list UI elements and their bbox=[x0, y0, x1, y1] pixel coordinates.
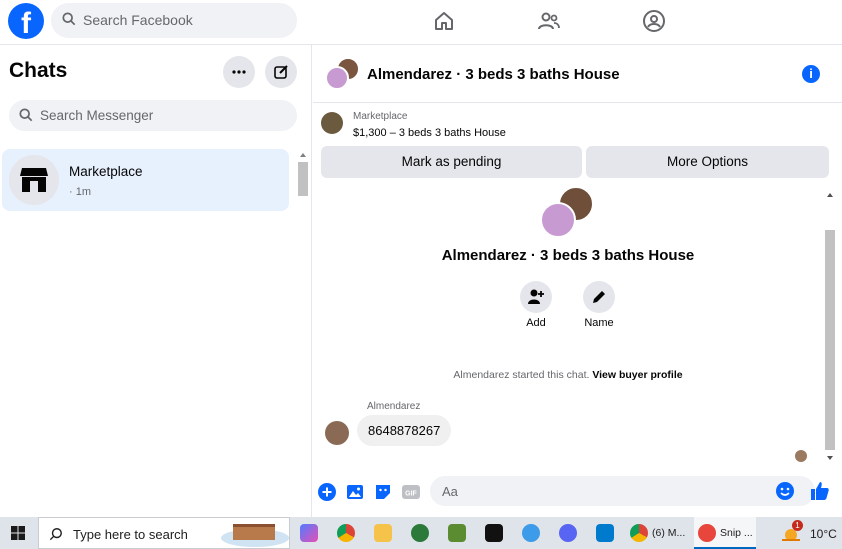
file-explorer-icon[interactable] bbox=[374, 524, 392, 542]
photo-icon[interactable] bbox=[346, 483, 364, 501]
add-people-button[interactable] bbox=[520, 281, 552, 313]
sender-avatar[interactable] bbox=[325, 421, 349, 445]
search-icon bbox=[62, 12, 76, 26]
name-label: Name bbox=[584, 317, 614, 329]
taskbar-search-placeholder: Type here to search bbox=[73, 527, 188, 542]
sidebar-scrollbar[interactable] bbox=[296, 148, 310, 212]
vscode-icon[interactable] bbox=[596, 524, 614, 542]
chats-title: Chats bbox=[9, 59, 68, 82]
conversation-title[interactable]: Almendarez · 3 beds 3 baths House bbox=[367, 66, 620, 83]
more-options-button[interactable]: More Options bbox=[586, 146, 829, 178]
chrome-profile-icon[interactable] bbox=[630, 524, 648, 542]
friends-icon[interactable] bbox=[537, 9, 561, 33]
listing-summary[interactable]: $1,300 – 3 beds 3 baths House bbox=[353, 127, 506, 139]
top-navigation-bar: f Search Facebook bbox=[0, 0, 842, 45]
pencil-icon bbox=[593, 291, 605, 303]
buyer-avatar bbox=[325, 66, 349, 90]
conversation-header: Almendarez · 3 beds 3 baths House i bbox=[313, 45, 842, 103]
message-sender-name: Almendarez bbox=[367, 401, 421, 412]
snipping-tool-taskbar-item[interactable]: Snip ... bbox=[694, 517, 756, 549]
start-button[interactable] bbox=[0, 517, 36, 549]
gif-icon[interactable]: GIF bbox=[402, 483, 420, 501]
mark-as-pending-button[interactable]: Mark as pending bbox=[321, 146, 582, 178]
copilot-icon[interactable] bbox=[300, 524, 318, 542]
chrome-icon[interactable] bbox=[337, 524, 355, 542]
taskbar-search-box[interactable]: Type here to search bbox=[38, 517, 290, 549]
svg-text:GIF: GIF bbox=[405, 491, 417, 498]
shop-icon bbox=[20, 168, 48, 192]
message-input-placeholder: Aa bbox=[442, 484, 458, 499]
listing-thumbnail[interactable] bbox=[321, 112, 343, 134]
m-app-icon[interactable] bbox=[411, 524, 429, 542]
groups-icon[interactable] bbox=[642, 9, 666, 33]
chrome-window-label[interactable]: (6) M... bbox=[652, 527, 685, 539]
windows-logo-icon bbox=[11, 526, 25, 540]
temperature-label[interactable]: 10°C bbox=[810, 527, 837, 541]
search-icon bbox=[19, 108, 33, 122]
search-icon bbox=[49, 528, 62, 541]
add-label: Add bbox=[526, 317, 546, 329]
chats-sidebar: Chats Search Messenger Marketplace · 1m bbox=[0, 45, 312, 517]
view-buyer-profile-link[interactable]: View buyer profile bbox=[592, 369, 682, 381]
scroll-down-arrow-icon bbox=[827, 456, 833, 460]
edge-icon[interactable] bbox=[522, 524, 540, 542]
chat-start-notice: Almendarez started this chat. View buyer… bbox=[313, 369, 823, 381]
emoji-icon[interactable] bbox=[776, 482, 794, 500]
windows-taskbar: Type here to search (6) M... Snip ... 1 … bbox=[0, 517, 842, 549]
conversation-scrollbar[interactable] bbox=[823, 188, 837, 464]
facebook-search-input[interactable]: Search Facebook bbox=[51, 3, 297, 38]
message-bubble[interactable]: 8648878267 bbox=[357, 415, 452, 446]
add-person-icon bbox=[528, 289, 544, 304]
home-icon[interactable] bbox=[432, 9, 456, 33]
sticker-icon[interactable] bbox=[374, 483, 392, 501]
facebook-logo[interactable]: f bbox=[8, 3, 44, 39]
chat-options-button[interactable] bbox=[223, 56, 255, 88]
chat-start-text: Almendarez started this chat. bbox=[453, 369, 590, 381]
intro-buyer-avatar bbox=[540, 202, 576, 238]
search-highlight-image bbox=[221, 524, 289, 547]
message-composer: GIF Aa bbox=[313, 473, 842, 517]
capcut-icon[interactable] bbox=[485, 524, 503, 542]
scroll-up-arrow-icon bbox=[827, 193, 833, 197]
listing-source-label: Marketplace bbox=[353, 111, 408, 122]
snipping-tool-label: Snip ... bbox=[720, 527, 753, 539]
messenger-search-input[interactable]: Search Messenger bbox=[9, 100, 297, 131]
message-input[interactable]: Aa bbox=[430, 476, 815, 506]
intro-title: Almendarez · 3 beds 3 baths House bbox=[441, 247, 695, 264]
scroll-up-arrow-icon bbox=[300, 153, 306, 157]
thumbs-up-icon[interactable] bbox=[810, 481, 830, 501]
chat-list-item[interactable]: Marketplace · 1m bbox=[2, 149, 289, 211]
more-horizontal-icon bbox=[232, 70, 246, 74]
weather-widget[interactable]: 1 bbox=[780, 520, 804, 544]
chat-avatar bbox=[9, 155, 59, 205]
snipping-tool-icon bbox=[698, 524, 716, 542]
facebook-search-placeholder: Search Facebook bbox=[83, 12, 193, 28]
messenger-search-placeholder: Search Messenger bbox=[40, 108, 154, 123]
plus-circle-icon[interactable] bbox=[318, 483, 336, 501]
discord-icon[interactable] bbox=[559, 524, 577, 542]
name-chat-button[interactable] bbox=[583, 281, 615, 313]
info-icon[interactable]: i bbox=[802, 65, 820, 83]
new-message-button[interactable] bbox=[265, 56, 297, 88]
chat-name: Marketplace bbox=[69, 164, 143, 179]
seen-indicator-avatar bbox=[795, 450, 807, 462]
compose-icon bbox=[274, 65, 288, 79]
minecraft-icon[interactable] bbox=[448, 524, 466, 542]
chat-timestamp: · 1m bbox=[69, 186, 91, 198]
conversation-scroll-thumb[interactable] bbox=[825, 230, 835, 450]
sidebar-scroll-thumb[interactable] bbox=[298, 162, 308, 196]
weather-badge: 1 bbox=[792, 520, 803, 531]
conversation-panel: Almendarez · 3 beds 3 baths House i Mark… bbox=[313, 45, 842, 517]
